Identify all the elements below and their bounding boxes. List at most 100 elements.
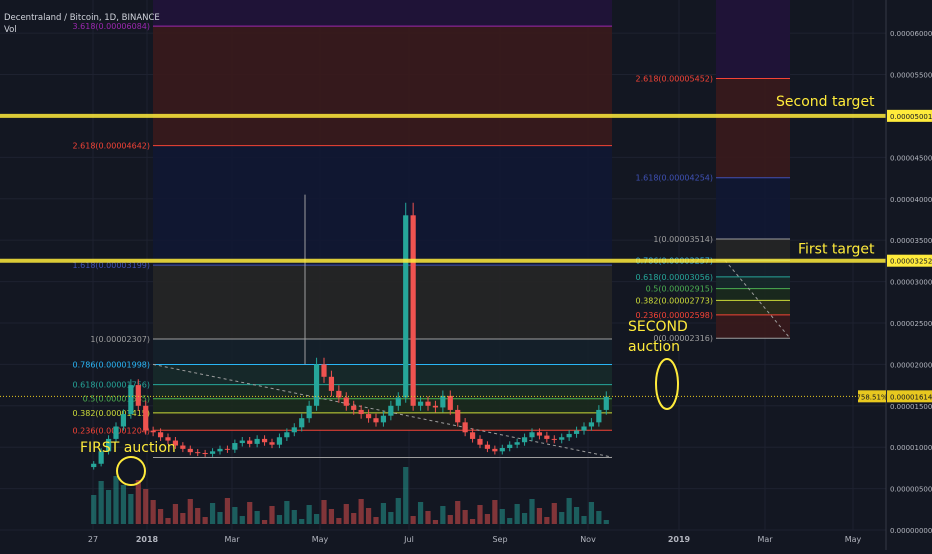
y-tick-label: 0.00006000 [890, 30, 932, 38]
candle-body [299, 418, 305, 428]
fib2-level-label: 2.618(0.00005452) [636, 75, 714, 84]
volume-bar [596, 511, 602, 524]
candle-body [455, 409, 461, 423]
volume-bar [202, 517, 208, 524]
candle-body [551, 438, 557, 440]
x-tick-label: Sep [492, 535, 507, 544]
volume-label: Vol [4, 25, 17, 35]
volume-bar [157, 509, 164, 524]
volume-bar [187, 499, 193, 524]
volume-bar [98, 481, 104, 524]
fib2-level-label: 0.382(0.00002773) [636, 296, 714, 305]
candle-body [588, 422, 595, 427]
candle-body [351, 405, 357, 410]
volume-bar [588, 502, 595, 524]
volume-bar [425, 511, 431, 524]
x-tick-label: May [312, 535, 329, 544]
volume-bar [492, 500, 498, 524]
volume-bar [551, 503, 557, 524]
volume-bar [544, 517, 550, 524]
volume-bar [180, 513, 186, 524]
first-auction-label: FIRST auction [80, 440, 176, 456]
candle-body [373, 418, 379, 423]
candle-body [529, 432, 535, 438]
candle-body [113, 426, 119, 439]
volume-bar [365, 508, 372, 524]
candle-body [536, 432, 543, 436]
y-tick-label: 0.00003000 [890, 279, 932, 287]
price-axis-bg [886, 0, 932, 550]
candle-body [544, 435, 550, 439]
volume-bar [291, 510, 297, 524]
candle-body [187, 448, 193, 453]
volume-bar [143, 489, 149, 524]
fib2-band [716, 260, 790, 277]
volume-bar [195, 508, 201, 524]
volume-bar [276, 515, 283, 524]
y-tick-label: 0.00005500 [890, 72, 932, 80]
candle-body [603, 396, 609, 410]
price-badge: 0.00001614 [890, 393, 932, 401]
candle-body [232, 443, 238, 450]
volume-bar [321, 500, 327, 524]
chart-header: Decentraland / Bitcoin, 1D, BINANCE Vol [4, 12, 160, 36]
candle-body [91, 463, 97, 468]
second-auction-label-line1: SECOND [628, 319, 688, 335]
chart-area[interactable]: 0.236(0.00001204) 0.382(0.00001415) 0.5(0.… [0, 0, 932, 550]
candle-body [432, 405, 439, 408]
first-target-label: First target [798, 242, 875, 258]
volume-bar [328, 509, 335, 524]
target-badge: 0.00005001 [890, 113, 932, 121]
candle-body [135, 385, 141, 406]
candle-body [306, 405, 312, 419]
candle-body [596, 409, 602, 423]
candle-body [247, 440, 253, 444]
second-auction-label-line2: auction [628, 339, 680, 355]
candle-body [180, 445, 186, 449]
candle-body [514, 442, 520, 445]
x-tick-label: Mar [757, 535, 773, 544]
fib2-level-label: 1.618(0.00004254) [636, 174, 714, 183]
x-tick-label: Mar [224, 535, 240, 544]
price-chart[interactable]: 0.236(0.00001204)0.382(0.00001415)0.5(0.… [0, 0, 932, 550]
candle-body [403, 215, 409, 398]
volume-bar [165, 518, 171, 524]
target-badge: 0.00003252 [890, 258, 932, 266]
candle-body [380, 415, 387, 423]
y-tick-label: 0.00000000 [890, 527, 932, 535]
volume-bar [462, 510, 468, 524]
y-tick-label: 0.00001000 [890, 444, 932, 452]
volume-bar [373, 517, 379, 524]
volume-bar [299, 519, 305, 524]
y-tick-label: 0.00002500 [890, 320, 932, 328]
volume-bar [499, 509, 505, 524]
volume-bar [336, 518, 342, 524]
chart-title: Decentraland / Bitcoin, 1D, BINANCE [4, 13, 160, 23]
volume-bar [343, 504, 349, 524]
volume-bar [269, 506, 275, 524]
volume-bar [566, 498, 572, 524]
candle-body [120, 414, 127, 427]
candle-body [261, 438, 268, 443]
candle-body [254, 438, 260, 444]
fib2-band [716, 276, 790, 289]
candle-body [276, 437, 283, 445]
candle-body [573, 430, 580, 434]
volume-bar [313, 514, 320, 524]
candle-body [239, 440, 245, 444]
volume-bar [150, 500, 156, 524]
fib-band-top [153, 0, 612, 27]
volume-bar [284, 501, 290, 524]
volume-bar [105, 490, 112, 524]
y-tick-label: 0.00000500 [890, 486, 932, 494]
volume-bar [247, 502, 253, 524]
candle-body [358, 409, 364, 415]
x-tick-label: Nov [580, 535, 596, 544]
candle-body [447, 395, 453, 410]
volume-bar [224, 498, 231, 524]
volume-bar [447, 515, 453, 524]
candle-body [343, 397, 349, 406]
x-tick-label: 2019 [668, 535, 691, 544]
candle-body [128, 385, 134, 415]
candle-body [507, 444, 513, 449]
